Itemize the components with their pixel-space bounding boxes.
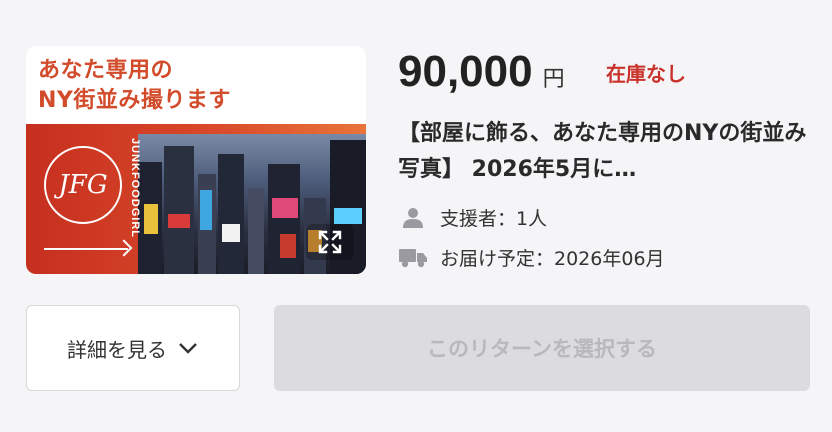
details-button-label: 詳細を見る xyxy=(67,337,167,362)
supporters-row: 支援者：1人 xyxy=(398,204,547,231)
thumbnail-title-line1: あなた専用の xyxy=(38,58,174,83)
stock-status: 在庫なし xyxy=(606,62,686,86)
thumbnail-title-line2: NY街並み撮ります xyxy=(38,88,231,113)
person-icon xyxy=(398,206,428,230)
expand-image-button[interactable] xyxy=(306,224,354,260)
select-reward-label: このリターンを選択する xyxy=(427,337,657,361)
supporters-text: 支援者：1人 xyxy=(440,208,548,230)
delivery-row: お届け予定：2026年06月 xyxy=(398,244,665,271)
truck-icon xyxy=(398,246,428,270)
price: 90,000 円 xyxy=(398,50,565,94)
delivery-text: お届け予定：2026年06月 xyxy=(440,248,665,270)
select-reward-button[interactable]: このリターンを選択する xyxy=(274,305,810,391)
chevron-down-icon xyxy=(179,343,197,354)
price-amount: 90,000 xyxy=(398,47,533,96)
price-unit: 円 xyxy=(542,67,565,92)
reward-title: 【部屋に飾る、あなた専用のNYの街並み写真】 2026年5月に… xyxy=(398,121,807,182)
details-button[interactable]: 詳細を見る xyxy=(26,305,240,391)
brand-logo: JFG xyxy=(44,146,122,224)
expand-icon xyxy=(318,230,342,254)
thumbnail-header: あなた専用の NY街並み撮ります xyxy=(26,46,366,124)
